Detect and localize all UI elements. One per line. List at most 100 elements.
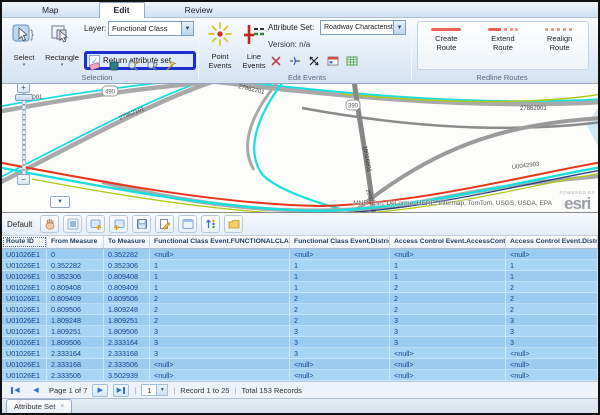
table-cell: 1.809251 bbox=[47, 326, 104, 337]
route-shield-490: 490 bbox=[102, 86, 118, 96]
zoom-select-icon[interactable] bbox=[125, 58, 141, 74]
chevron-down-icon[interactable]: ▼ bbox=[393, 21, 405, 34]
column-header[interactable]: Route ID bbox=[2, 236, 47, 248]
first-page-button[interactable]: ◀ bbox=[7, 384, 23, 397]
sort-icon[interactable] bbox=[201, 215, 220, 233]
page-select[interactable]: 1 ▼ bbox=[141, 384, 168, 396]
event-table-icon[interactable] bbox=[344, 53, 360, 69]
zoom-in-button[interactable]: + bbox=[17, 84, 30, 93]
chevron-down-icon[interactable]: ▼ bbox=[157, 384, 168, 396]
table-cell: 0.352306 bbox=[104, 260, 150, 271]
pan-select-icon[interactable] bbox=[144, 58, 160, 74]
group-divider bbox=[198, 21, 199, 80]
tab-review[interactable]: Review bbox=[171, 3, 227, 17]
close-icon[interactable]: × bbox=[60, 403, 64, 410]
tab-attribute-set[interactable]: Attribute Set × bbox=[6, 399, 72, 413]
pick-select-icon[interactable] bbox=[163, 58, 179, 74]
selection-tool-row bbox=[87, 58, 179, 74]
column-header[interactable]: To Measure bbox=[104, 236, 150, 248]
menu-icon[interactable] bbox=[63, 215, 82, 233]
table-row[interactable]: U01026E12.3331682.333506<null><null><nul… bbox=[2, 359, 598, 370]
table-cell: 2 bbox=[290, 304, 390, 315]
add-panel-left-icon[interactable] bbox=[86, 215, 105, 233]
open-window-icon[interactable] bbox=[178, 215, 197, 233]
select-button[interactable]: } Select ▾ bbox=[6, 22, 42, 67]
app-window: Map Edit Review } Select ▾ bbox=[0, 0, 600, 415]
tab-edit[interactable]: Edit bbox=[99, 2, 145, 18]
split-event-icon[interactable] bbox=[287, 53, 303, 69]
group-divider bbox=[411, 21, 412, 80]
table-cell: 3.502939 bbox=[104, 370, 150, 381]
move-event-icon[interactable] bbox=[306, 53, 322, 69]
attribute-window-icon[interactable] bbox=[325, 53, 341, 69]
table-cell: 0.352306 bbox=[47, 271, 104, 282]
select-tool-icon: } bbox=[11, 22, 37, 53]
next-page-button[interactable]: ▶ bbox=[92, 384, 108, 397]
realign-route-icon bbox=[545, 28, 575, 31]
table-cell: 3 bbox=[390, 337, 506, 348]
column-header[interactable]: Functional Class Event.FUNCTIONALCLASS bbox=[150, 236, 290, 248]
realign-route-button[interactable]: Realign Route bbox=[536, 28, 584, 69]
column-header[interactable]: Access Control Event.AccessControl bbox=[390, 236, 506, 248]
map-viewport[interactable]: 3001 490 27962101 27862201 27862901 390 … bbox=[2, 84, 598, 213]
table-row[interactable]: U01026E10.8095061.8092482222 bbox=[2, 304, 598, 315]
table-row[interactable]: U01026E100.352282<null><null><null><null… bbox=[2, 249, 598, 260]
table-cell: 1 bbox=[150, 271, 290, 282]
table-cell: 1 bbox=[290, 271, 390, 282]
save-icon[interactable] bbox=[132, 215, 151, 233]
table-cell: 1 bbox=[506, 260, 598, 271]
zoom-slider-handle[interactable] bbox=[15, 94, 33, 101]
pan-hand-icon[interactable] bbox=[40, 215, 59, 233]
column-header[interactable]: Functional Class Event.District bbox=[290, 236, 390, 248]
attribute-grid-body: U01026E100.352282<null><null><null><null… bbox=[2, 249, 598, 381]
table-cell: 2.333168 bbox=[47, 359, 104, 370]
tab-map[interactable]: Map bbox=[28, 3, 73, 17]
layer-dropdown[interactable]: Functional Class ▼ bbox=[108, 21, 194, 36]
extend-route-button[interactable]: Extend Route bbox=[479, 28, 527, 69]
table-cell: U01026E1 bbox=[2, 304, 47, 315]
table-row[interactable]: U01026E11.8092481.8092512233 bbox=[2, 315, 598, 326]
table-cell: <null> bbox=[506, 370, 598, 381]
point-events-button[interactable]: Point Events bbox=[202, 21, 238, 70]
table-cell: 2 bbox=[150, 304, 290, 315]
line-events-button[interactable]: Line Events bbox=[236, 21, 272, 70]
zoom-out-button[interactable]: − bbox=[17, 174, 30, 185]
table-row[interactable]: U01026E10.3522820.3523061111 bbox=[2, 260, 598, 271]
column-header[interactable]: Access Control Event.District bbox=[506, 236, 598, 248]
eraser-icon[interactable] bbox=[87, 58, 103, 74]
table-row[interactable]: U01026E10.8094090.8095062222 bbox=[2, 293, 598, 304]
swatch-icon[interactable] bbox=[106, 58, 122, 74]
map-attribution: MNR, Esri, DeLorme, HERE, Intermap, TomT… bbox=[353, 200, 552, 207]
table-row[interactable]: U01026E11.8095062.3331643333 bbox=[2, 337, 598, 348]
edit-attributes-icon[interactable] bbox=[155, 215, 174, 233]
tab-attribute-set-label: Attribute Set bbox=[14, 402, 55, 411]
add-panel-right-icon[interactable] bbox=[109, 215, 128, 233]
esri-logo: powered by esri bbox=[559, 191, 595, 213]
attribute-set-dropdown[interactable]: Roadway Characteristics ▼ bbox=[320, 20, 406, 35]
version-label: Version: n/a bbox=[268, 40, 310, 49]
table-cell: U01026E1 bbox=[2, 337, 47, 348]
chevron-down-icon[interactable]: ▼ bbox=[181, 22, 193, 35]
table-cell: 1 bbox=[506, 271, 598, 282]
table-cell: 3 bbox=[290, 337, 390, 348]
previous-page-button[interactable]: ◀ bbox=[28, 384, 44, 397]
panel-collapse-button[interactable]: ▼ bbox=[50, 196, 70, 208]
table-row[interactable]: U01026E12.3331642.33316833<null><null> bbox=[2, 348, 598, 359]
ribbon: } Select ▾ Rectangle ▾ Layer: Functional… bbox=[2, 18, 598, 84]
delete-event-icon[interactable] bbox=[268, 53, 284, 69]
last-page-button[interactable]: ▶ bbox=[113, 384, 129, 397]
table-cell: 1.809251 bbox=[104, 315, 150, 326]
edit-events-group-label: Edit Events bbox=[252, 73, 362, 82]
table-row[interactable]: U01026E11.8092511.8095063333 bbox=[2, 326, 598, 337]
table-cell: 1.809506 bbox=[47, 337, 104, 348]
table-cell: <null> bbox=[506, 249, 598, 260]
create-route-button[interactable]: Create Route bbox=[422, 28, 470, 69]
table-row[interactable]: U01026E12.3335063.502939<null><null><nul… bbox=[2, 370, 598, 381]
rectangle-button[interactable]: Rectangle ▾ bbox=[44, 22, 80, 67]
svg-text:490: 490 bbox=[105, 90, 116, 96]
column-header[interactable]: From Measure bbox=[47, 236, 104, 248]
export-icon[interactable] bbox=[224, 215, 243, 233]
table-row[interactable]: U01026E10.8094080.8094091122 bbox=[2, 282, 598, 293]
table-row[interactable]: U01026E10.3523060.8094081111 bbox=[2, 271, 598, 282]
zoom-slider-track[interactable] bbox=[22, 93, 26, 175]
